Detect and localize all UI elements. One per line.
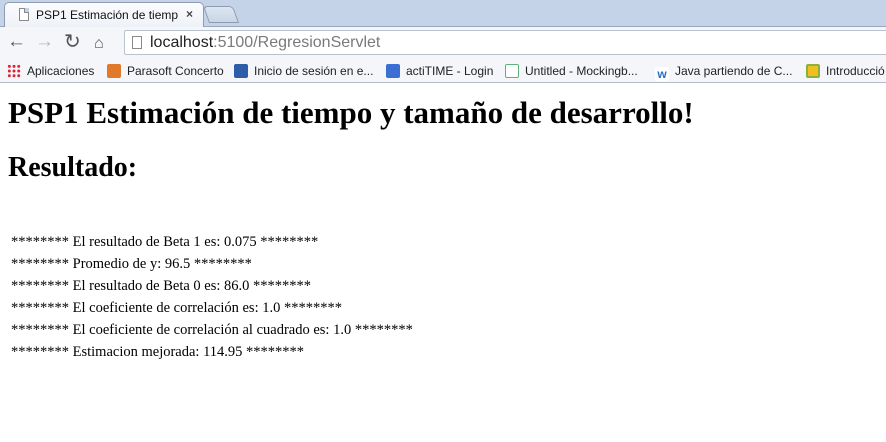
address-bar[interactable]: localhost:5100/RegresionServlet bbox=[124, 30, 886, 55]
page-title: PSP1 Estimación de tiempo y tamaño de de… bbox=[8, 95, 694, 130]
tab-title: PSP1 Estimación de tiemp bbox=[36, 8, 179, 22]
result-correlacion-cuadrado: ******** El coeficiente de correlación a… bbox=[11, 322, 413, 338]
results-list: ******** El resultado de Beta 1 es: 0.07… bbox=[11, 231, 413, 363]
bookmark-label: Java partiendo de C... bbox=[675, 64, 793, 78]
bookmark-label: Parasoft Concerto bbox=[127, 64, 224, 78]
bookmarks-bar: Aplicaciones Parasoft Concerto Inicio de… bbox=[0, 59, 886, 83]
page-content: PSP1 Estimación de tiempo y tamaño de de… bbox=[0, 84, 886, 442]
browser-tab[interactable]: PSP1 Estimación de tiemp × bbox=[4, 2, 204, 27]
bookmark-label: Aplicaciones bbox=[27, 64, 95, 78]
bookmark-actitime[interactable]: actiTIME - Login bbox=[386, 62, 493, 80]
url-path: :5100/RegresionServlet bbox=[213, 34, 381, 51]
forward-arrow-icon[interactable]: → bbox=[35, 31, 54, 53]
result-beta0: ******** El resultado de Beta 0 es: 86.0… bbox=[11, 278, 312, 294]
bookmark-label: Inicio de sesión en e... bbox=[254, 64, 374, 78]
tab-strip: PSP1 Estimación de tiemp × bbox=[0, 0, 886, 27]
result-promedio-y: ******** Promedio de y: 96.5 ******** bbox=[11, 256, 252, 272]
bookmark-parasoft[interactable]: Parasoft Concerto bbox=[107, 62, 224, 80]
bookmark-label: Untitled - Mockingb... bbox=[525, 64, 638, 78]
result-correlacion: ******** El coeficiente de correlación e… bbox=[11, 300, 342, 316]
bookmark-aplicaciones[interactable]: Aplicaciones bbox=[7, 62, 94, 80]
reload-icon[interactable]: ↻ bbox=[64, 31, 81, 53]
parasoft-icon bbox=[107, 64, 121, 78]
url-host: localhost bbox=[150, 34, 214, 51]
home-icon[interactable]: ⌂ bbox=[94, 33, 104, 55]
result-beta1: ******** El resultado de Beta 1 es: 0.07… bbox=[11, 234, 319, 250]
mockingbird-icon bbox=[505, 64, 519, 78]
apps-grid-icon bbox=[7, 64, 21, 78]
bookmark-inicio-sesion[interactable]: Inicio de sesión en e... bbox=[234, 62, 373, 80]
w-icon: w bbox=[655, 67, 669, 81]
chart-icon bbox=[234, 64, 248, 78]
bookmark-label: actiTIME - Login bbox=[406, 64, 494, 78]
new-tab-button[interactable] bbox=[202, 6, 240, 23]
moodle-icon bbox=[806, 64, 820, 78]
result-heading: Resultado: bbox=[8, 152, 138, 183]
actitime-icon bbox=[386, 64, 400, 78]
page-icon bbox=[132, 36, 142, 49]
close-tab-icon[interactable]: × bbox=[186, 7, 193, 21]
url-text[interactable]: localhost:5100/RegresionServlet bbox=[150, 34, 380, 52]
result-estimacion-mejorada: ******** Estimacion mejorada: 114.95 ***… bbox=[11, 344, 305, 360]
page-icon bbox=[19, 8, 29, 21]
bookmark-mockingbird[interactable]: Untitled - Mockingb... bbox=[505, 62, 638, 80]
browser-toolbar: ← → ↻ ⌂ localhost:5100/RegresionServlet bbox=[0, 27, 886, 59]
bookmark-label: Introducció bbox=[826, 64, 885, 78]
bookmark-java[interactable]: w Java partiendo de C... bbox=[655, 62, 793, 81]
back-arrow-icon[interactable]: ← bbox=[7, 31, 26, 53]
bookmark-introduccion[interactable]: Introducció bbox=[806, 62, 885, 80]
